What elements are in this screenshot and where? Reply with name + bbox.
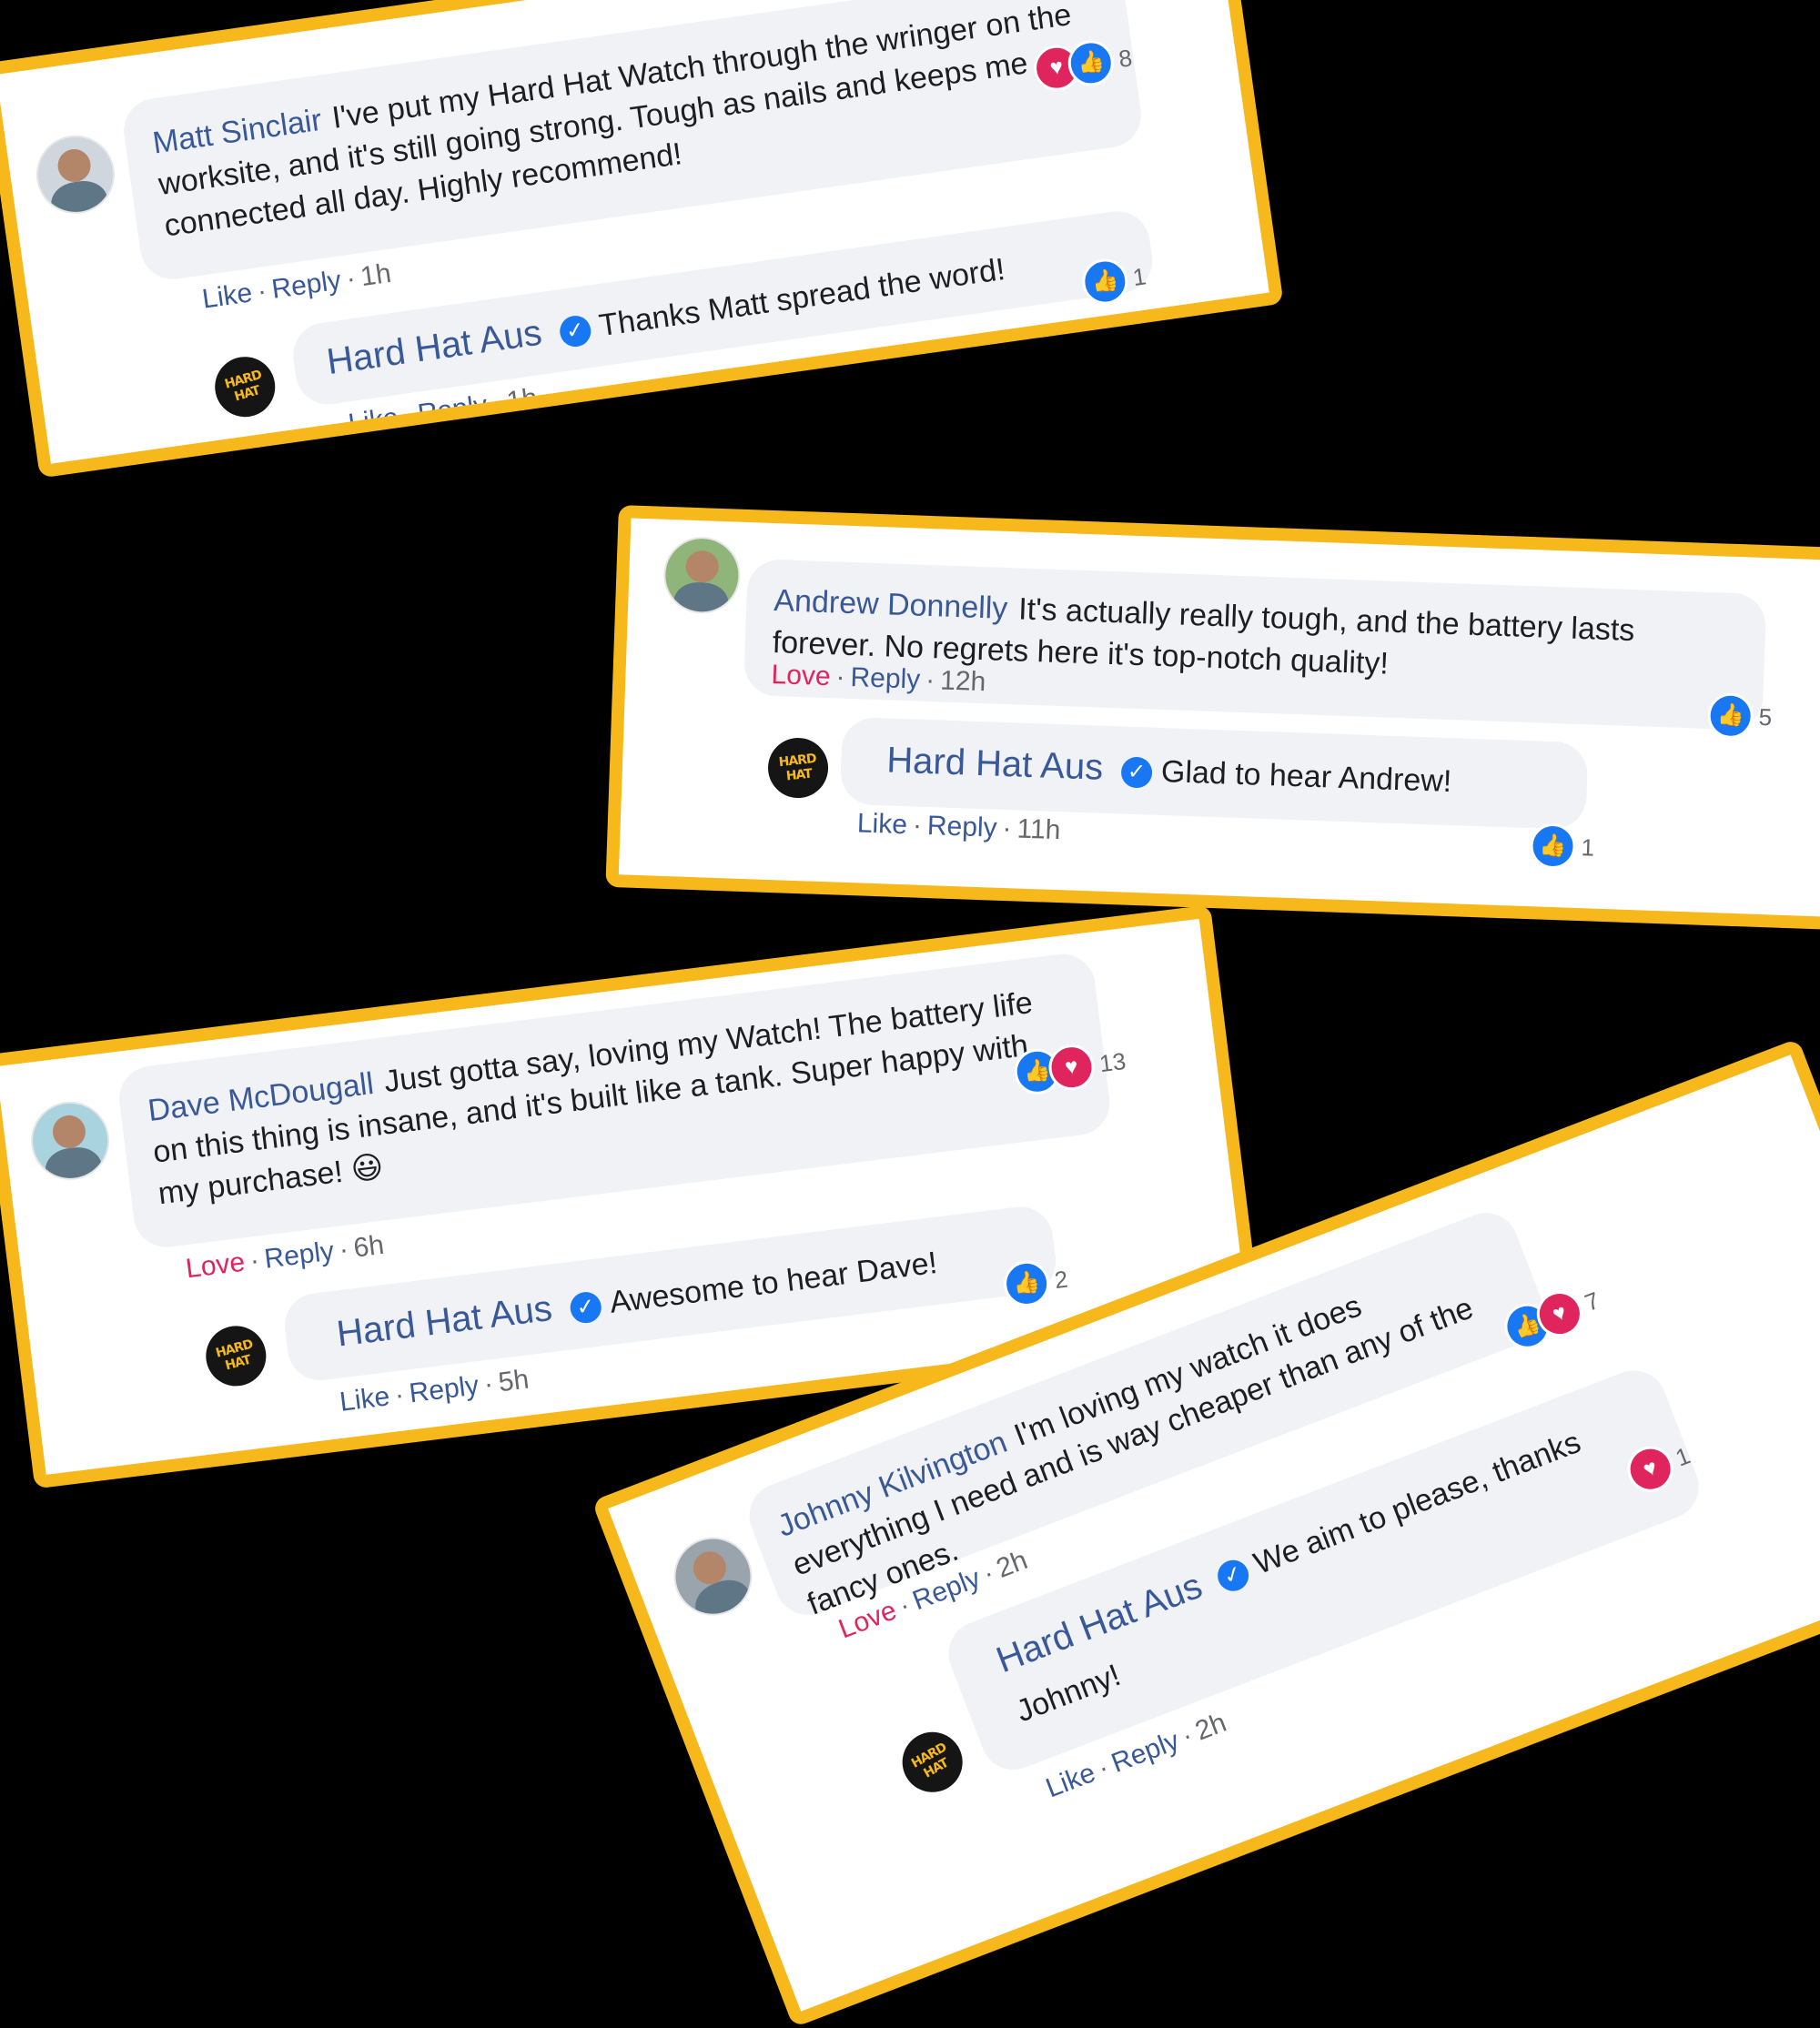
brand-logo: HARD HAT — [214, 1337, 255, 1374]
reply-bubble: Hard Hat Aus ✓ Awesome to hear Dave! — [280, 1203, 1060, 1385]
reply-bubble: Hard Hat Aus ✓ Thanks Matt spread the word… — [288, 207, 1157, 409]
reply-text: We aim to please, thanks Johnny! — [1011, 1424, 1586, 1730]
like-action[interactable]: Like — [856, 808, 907, 840]
reply-action[interactable]: Reply — [408, 1370, 480, 1408]
verified-badge-icon: ✓ — [1120, 756, 1153, 789]
like-action[interactable]: Like — [338, 1381, 391, 1417]
avatar[interactable]: HARD HAT — [766, 736, 830, 800]
reply-text: Awesome to hear Dave! — [607, 1245, 940, 1320]
reply-action[interactable]: Reply — [926, 811, 997, 843]
reply-bubble: Hard Hat Aus ✓ We aim to please, thanks Jo… — [939, 1360, 1709, 1780]
reaction-count: 1 — [1672, 1440, 1694, 1472]
author-link[interactable]: Hard Hat Aus — [335, 1288, 554, 1355]
reaction-count: 2 — [1053, 1265, 1070, 1294]
comment-card: Andrew Donnelly It's actually really toug… — [605, 505, 1820, 931]
reply-actions: Like · Reply · 11h — [856, 808, 1061, 846]
reaction-summary[interactable]: 👍 1 — [1079, 253, 1149, 308]
like-icon: 👍 — [1001, 1258, 1053, 1309]
reaction-summary[interactable]: 👍 2 — [1001, 1256, 1070, 1309]
reply-action[interactable]: Reply — [1107, 1726, 1183, 1779]
reply-text: Glad to hear Andrew! — [1160, 753, 1452, 800]
avatar[interactable]: HARD HAT — [894, 1723, 972, 1801]
timestamp[interactable]: 1h — [505, 383, 540, 417]
verified-badge-icon: ✓ — [1213, 1555, 1253, 1596]
comment-card: Matt Sinclair I've put my Hard Hat Watch … — [0, 0, 1284, 479]
like-icon: 👍 — [1079, 256, 1131, 308]
author-link[interactable]: Hard Hat Aus — [324, 313, 544, 383]
reply-action[interactable]: Reply — [416, 390, 490, 429]
like-action[interactable]: Like — [1042, 1758, 1099, 1804]
brand-logo: HARD HAT — [777, 752, 817, 784]
reply: HARD HAT Hard Hat Aus ✓ Thanks Matt spread… — [0, 0, 1284, 479]
timestamp[interactable]: 5h — [497, 1365, 531, 1398]
verified-badge-icon: ✓ — [557, 313, 593, 349]
like-icon: 👍 — [1529, 822, 1577, 870]
timestamp[interactable]: 11h — [1016, 813, 1061, 845]
reaction-summary[interactable]: 👍 1 — [1529, 822, 1595, 870]
like-action[interactable]: Like — [347, 402, 400, 439]
brand-logo: HARD HAT — [908, 1740, 951, 1781]
avatar[interactable]: HARD HAT — [202, 1322, 270, 1390]
reply: HARD HAT Hard Hat Aus ✓ Glad to hear Andre… — [618, 518, 1820, 930]
timestamp[interactable]: 2h — [1191, 1708, 1230, 1747]
reaction-count: 1 — [1581, 832, 1595, 862]
brand-logo: HARD HAT — [223, 368, 263, 405]
avatar[interactable]: HARD HAT — [210, 352, 279, 421]
verified-badge-icon: ✓ — [568, 1290, 603, 1326]
reply-text: Thanks Matt spread the word! — [596, 251, 1007, 344]
author-link[interactable]: Hard Hat Aus — [886, 740, 1104, 787]
